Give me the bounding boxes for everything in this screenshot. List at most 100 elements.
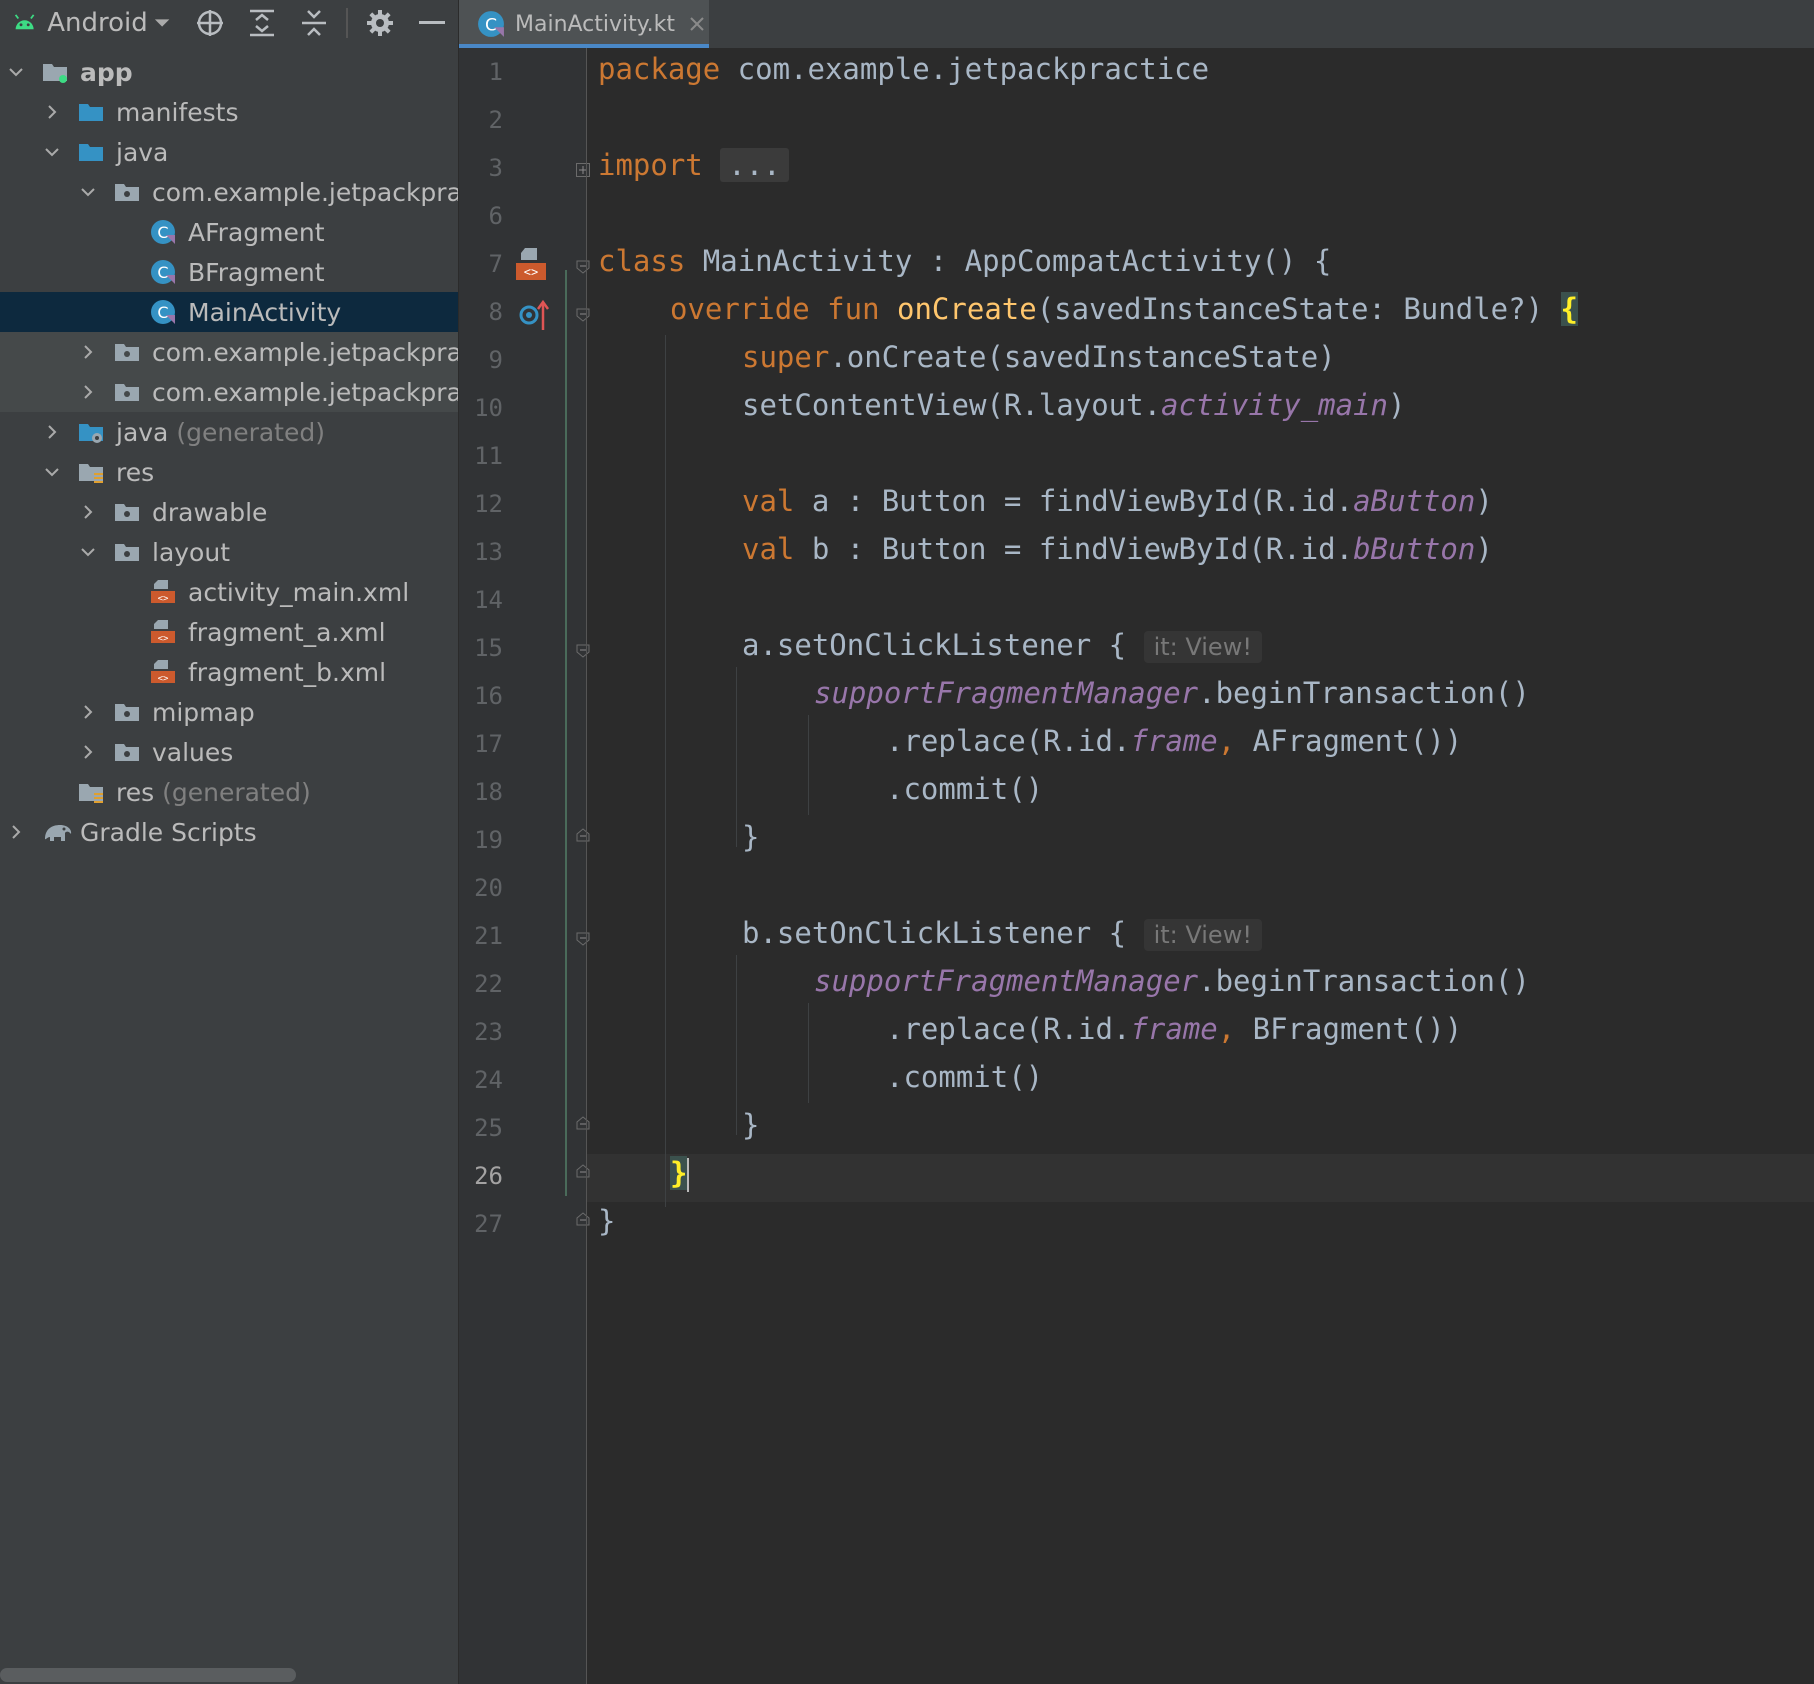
tree-item-gradle-scripts[interactable]: Gradle Scripts — [0, 812, 458, 852]
fold-collapse-icon[interactable] — [576, 260, 590, 274]
tree-item-manifests[interactable]: manifests — [0, 92, 458, 132]
fold-end-icon[interactable] — [576, 828, 590, 842]
code-line: .replace(R.id.frame, BFragment()) — [886, 1012, 1463, 1046]
tree-item-java[interactable]: java — [0, 132, 458, 172]
line-number: 12 — [474, 490, 503, 518]
tree-item-label: MainActivity — [188, 297, 342, 327]
package-icon — [115, 344, 139, 361]
locate-file-button[interactable] — [192, 0, 228, 46]
folded-imports[interactable]: ... — [720, 148, 789, 182]
tree-item-fragment-a-xml[interactable]: <> fragment_a.xml — [0, 612, 458, 652]
line-number: 8 — [488, 298, 503, 326]
fold-end-icon[interactable] — [576, 1116, 590, 1130]
overrides-method-icon[interactable] — [519, 298, 551, 332]
tree-item-package[interactable]: com.example.jetpackpra — [0, 332, 458, 372]
collapse-all-button[interactable] — [296, 0, 332, 46]
line-number: 23 — [474, 1018, 503, 1046]
svg-text:<>: <> — [524, 265, 538, 279]
kotlin-class-icon: C — [478, 11, 504, 37]
line-number: 1 — [488, 58, 503, 86]
chevron-down-icon[interactable] — [44, 144, 60, 160]
xml-file-icon: <> — [151, 620, 175, 644]
line-number: 19 — [474, 826, 503, 854]
tree-item-label: AFragment — [188, 217, 325, 247]
line-number: 25 — [474, 1114, 503, 1142]
tree-item-res-generated[interactable]: res (generated) — [0, 772, 458, 812]
fold-expand-icon[interactable] — [576, 163, 590, 177]
chevron-down-icon[interactable] — [80, 544, 96, 560]
resource-folder-icon — [79, 784, 103, 803]
close-icon[interactable] — [689, 16, 705, 32]
generated-source-folder-icon — [79, 424, 103, 443]
editor-tab-mainactivity[interactable]: C MainActivity.kt — [459, 0, 709, 48]
fold-collapse-icon[interactable] — [576, 644, 590, 658]
folder-icon — [115, 504, 139, 521]
fold-end-icon[interactable] — [576, 1212, 590, 1226]
tree-item-java-generated[interactable]: java (generated) — [0, 412, 458, 452]
chevron-right-icon[interactable] — [8, 824, 24, 840]
line-number: 27 — [474, 1210, 503, 1238]
fold-end-icon[interactable] — [576, 1164, 590, 1178]
tree-item-package[interactable]: com.example.jetpackpra — [0, 372, 458, 412]
hide-panel-button[interactable] — [414, 0, 450, 46]
project-view-selector[interactable]: Android — [10, 0, 170, 46]
horizontal-scrollbar[interactable] — [0, 1668, 296, 1682]
generated-suffix: (generated) — [162, 777, 311, 807]
chevron-down-icon[interactable] — [8, 64, 24, 80]
tree-item-bfragment[interactable]: C BFragment — [0, 252, 458, 292]
line-number: 15 — [474, 634, 503, 662]
tree-item-drawable[interactable]: drawable — [0, 492, 458, 532]
current-line-highlight — [459, 1154, 1814, 1202]
chevron-right-icon[interactable] — [80, 704, 96, 720]
code-line: override fun onCreate(savedInstanceState… — [670, 292, 1578, 326]
chevron-right-icon[interactable] — [80, 504, 96, 520]
tree-item-res[interactable]: res — [0, 452, 458, 492]
svg-text:C: C — [485, 15, 497, 35]
tree-item-fragment-b-xml[interactable]: <> fragment_b.xml — [0, 652, 458, 692]
tree-item-mainactivity[interactable]: C MainActivity — [0, 292, 458, 332]
tree-item-label: com.example.jetpackpra — [152, 337, 458, 367]
package-icon — [115, 184, 139, 201]
chevron-right-icon[interactable] — [44, 424, 60, 440]
fold-collapse-icon[interactable] — [576, 308, 590, 322]
settings-button[interactable] — [362, 0, 398, 46]
tree-item-label: app — [80, 57, 133, 87]
svg-text:C: C — [157, 223, 168, 242]
line-number: 24 — [474, 1066, 503, 1094]
expand-all-button[interactable] — [244, 0, 280, 46]
line-number: 11 — [474, 442, 503, 470]
tree-item-mipmap[interactable]: mipmap — [0, 692, 458, 732]
chevron-right-icon[interactable] — [44, 104, 60, 120]
tree-item-label: values — [152, 737, 234, 767]
android-icon — [14, 14, 35, 30]
tree-item-values[interactable]: values — [0, 732, 458, 772]
code-line: package com.example.jetpackpractice — [598, 52, 1210, 86]
gutter-divider — [586, 48, 587, 1684]
chevron-down-icon[interactable] — [44, 464, 60, 480]
tree-item-label: BFragment — [188, 257, 325, 287]
tree-item-activity-main-xml[interactable]: <> activity_main.xml — [0, 572, 458, 612]
tree-item-app[interactable]: app — [0, 52, 458, 92]
tree-item-layout[interactable]: layout — [0, 532, 458, 572]
related-xml-layout-icon[interactable]: <> — [515, 246, 547, 284]
code-line: } — [742, 820, 760, 854]
tree-item-label: Gradle Scripts — [80, 817, 257, 847]
chevron-down-icon[interactable] — [80, 184, 96, 200]
resource-folder-icon — [79, 464, 103, 483]
chevron-right-icon[interactable] — [80, 744, 96, 760]
code-line: class MainActivity : AppCompatActivity()… — [598, 244, 1332, 278]
line-number-current: 26 — [474, 1162, 503, 1190]
tree-item-afragment[interactable]: C AFragment — [0, 212, 458, 252]
code-line: setContentView(R.layout.activity_main) — [742, 388, 1406, 422]
chevron-right-icon[interactable] — [80, 344, 96, 360]
kotlin-class-icon: C — [151, 220, 175, 244]
indent-guide — [808, 715, 809, 815]
tree-item-package[interactable]: com.example.jetpackpra — [0, 172, 458, 212]
chevron-right-icon[interactable] — [80, 384, 96, 400]
toolbar-divider — [346, 8, 348, 38]
line-number: 20 — [474, 874, 503, 902]
fold-collapse-icon[interactable] — [576, 932, 590, 946]
text-caret — [687, 1158, 690, 1192]
expand-all-icon — [250, 9, 274, 37]
tree-item-label: activity_main.xml — [188, 577, 410, 607]
